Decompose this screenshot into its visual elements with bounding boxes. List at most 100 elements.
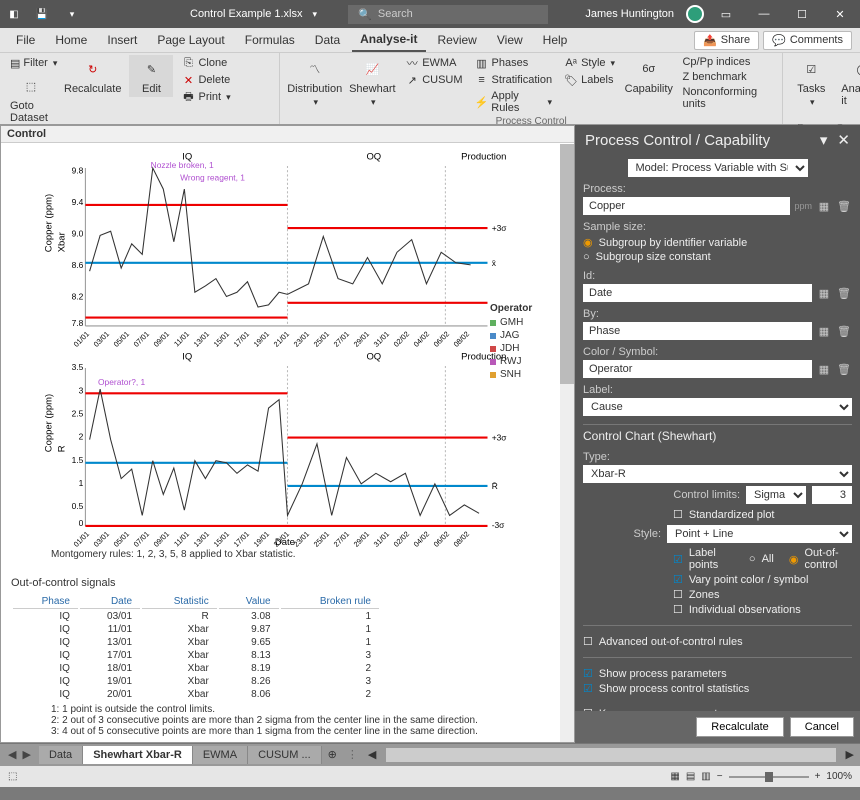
tab-prev-icon[interactable]: ◀ — [8, 748, 16, 761]
by-clear-icon[interactable]: 🗑 — [836, 323, 852, 339]
cl-sigma-select[interactable]: Sigma — [746, 486, 806, 504]
sheet-tab[interactable]: EWMA — [193, 746, 248, 764]
sheet-tab[interactable]: CUSUM ... — [248, 746, 322, 764]
svg-text:17/01: 17/01 — [232, 329, 251, 347]
view-layout-icon[interactable]: ▤ — [686, 771, 695, 782]
zoom-slider[interactable] — [729, 776, 809, 778]
tasks-button[interactable]: ☑Tasks▾ — [789, 55, 833, 110]
close-icon[interactable]: ✕ — [824, 2, 856, 26]
vary-check[interactable]: ☑Vary point color / symbol — [673, 572, 852, 587]
style-button[interactable]: AᵃStyle▾ — [560, 55, 619, 71]
id-pick-icon[interactable]: ▦ — [816, 285, 832, 301]
ewma-button[interactable]: 〰EWMA — [401, 55, 466, 71]
panel-cancel-button[interactable]: Cancel — [790, 717, 854, 737]
cs-clear-icon[interactable]: 🗑 — [836, 361, 852, 377]
menu-view[interactable]: View — [489, 29, 531, 51]
save-icon[interactable]: 💾 — [32, 4, 52, 24]
capability-button[interactable]: 6σCapability — [623, 55, 674, 97]
menu-home[interactable]: Home — [47, 29, 95, 51]
tab-next-icon[interactable]: ▶ — [22, 748, 30, 761]
cl-value-input[interactable] — [812, 486, 852, 504]
model-select[interactable]: Model: Process Variable with Subgroups — [628, 159, 808, 177]
ribbon-mode-icon[interactable]: ▭ — [710, 2, 742, 26]
qat-dropdown-icon[interactable]: ▾ — [62, 4, 82, 24]
cusum-button[interactable]: ↗CUSUM — [401, 72, 466, 88]
avatar[interactable] — [686, 5, 704, 23]
std-check[interactable]: ☐Standardized plot — [673, 507, 852, 522]
print-button[interactable]: 🖶Print▾ — [177, 89, 234, 105]
menu-insert[interactable]: Insert — [99, 29, 145, 51]
zoom-in-icon[interactable]: + — [815, 771, 821, 782]
autosave-icon[interactable]: ◧ — [4, 4, 24, 24]
cs-pick-icon[interactable]: ▦ — [816, 361, 832, 377]
analyseit-button[interactable]: ◯Analyse-it▾ — [837, 55, 860, 122]
cppp-button[interactable]: Cp/Pp indices — [678, 55, 776, 69]
panel-close-icon[interactable]: ✕ — [837, 132, 850, 149]
status-left-icon[interactable]: ⬚ — [8, 771, 17, 782]
type-select[interactable]: Xbar-R — [583, 465, 852, 483]
spp-check[interactable]: ☑Show process parameters — [583, 666, 852, 681]
phases-button[interactable]: ▥Phases — [471, 55, 557, 71]
clone-button[interactable]: ⎘Clone — [177, 55, 234, 71]
comments-button[interactable]: 💬 Comments — [763, 31, 852, 50]
maximize-icon[interactable]: ☐ — [786, 2, 818, 26]
minimize-icon[interactable]: — — [748, 2, 780, 26]
lp-check[interactable]: ☑Label points ○All ◉Out-of-control — [673, 546, 852, 572]
menu-help[interactable]: Help — [535, 29, 576, 51]
labels-button[interactable]: 🏷Labels — [560, 72, 619, 88]
menu-analyse-it[interactable]: Analyse-it — [352, 28, 425, 52]
shewhart-button[interactable]: 📈Shewhart▾ — [347, 55, 397, 110]
lp-ooc-radio[interactable]: ◉ — [789, 553, 799, 566]
menu-data[interactable]: Data — [307, 29, 348, 51]
menu-review[interactable]: Review — [430, 29, 485, 51]
zbench-button[interactable]: Z benchmark — [678, 70, 776, 84]
zoom-value[interactable]: 100% — [826, 771, 852, 782]
cs-input[interactable] — [583, 360, 812, 378]
by-pick-icon[interactable]: ▦ — [816, 323, 832, 339]
id-input[interactable] — [583, 284, 812, 302]
spcs-check[interactable]: ☑Show process control statistics — [583, 681, 852, 696]
nonconforming-button[interactable]: Nonconforming units — [678, 85, 776, 111]
titlebar: ◧ 💾 ▾ Control Example 1.xlsx ▾ 🔍Search J… — [0, 0, 860, 28]
view-break-icon[interactable]: ▥ — [701, 771, 710, 782]
tab-scroll-right-icon[interactable]: ▶ — [840, 748, 860, 761]
label-select[interactable]: Cause — [583, 398, 852, 416]
process-pick-icon[interactable]: ▦ — [816, 198, 832, 214]
indiv-check[interactable]: ☐Individual observations — [673, 602, 852, 617]
ss-radio-const[interactable]: ○Subgroup size constant — [583, 250, 852, 264]
svg-text:06/02: 06/02 — [432, 529, 451, 547]
legend-item: GMH — [490, 316, 560, 329]
menu-formulas[interactable]: Formulas — [237, 29, 303, 51]
distribution-button[interactable]: 〽Distribution▾ — [286, 55, 343, 110]
rules-button[interactable]: ⚡Apply Rules▾ — [471, 89, 557, 115]
ss-radio-id[interactable]: ◉Subgroup by identifier variable — [583, 235, 852, 250]
by-input[interactable] — [583, 322, 812, 340]
strat-button[interactable]: ≡Stratification — [471, 72, 557, 88]
sheet-tab[interactable]: Shewhart Xbar-R — [83, 746, 193, 764]
panel-recalc-button[interactable]: Recalculate — [696, 717, 783, 737]
id-clear-icon[interactable]: 🗑 — [836, 285, 852, 301]
filter-button[interactable]: ▤Filter▾ — [6, 55, 56, 71]
menu-page-layout[interactable]: Page Layout — [149, 29, 232, 51]
share-button[interactable]: 📤 Share — [694, 31, 759, 50]
recalculate-button[interactable]: ↻Recalculate — [60, 55, 125, 97]
process-input[interactable] — [583, 197, 790, 215]
tab-scroll-left-icon[interactable]: ◀ — [362, 748, 382, 761]
panel-dropdown-icon[interactable]: ▾ — [820, 132, 828, 149]
menu-file[interactable]: File — [8, 29, 43, 51]
add-sheet-icon[interactable]: ⊕ — [322, 748, 343, 761]
zoom-out-icon[interactable]: − — [717, 771, 723, 782]
user-name[interactable]: James Huntington — [579, 8, 680, 20]
delete-button[interactable]: ✕Delete — [177, 72, 234, 88]
lp-all-radio[interactable]: ○ — [749, 553, 756, 565]
goto-dataset-button[interactable]: ⬚Goto Dataset — [6, 72, 56, 126]
edit-button[interactable]: ✎Edit — [129, 55, 173, 97]
zones-check[interactable]: ☐Zones — [673, 587, 852, 602]
sheet-tab[interactable]: Data — [39, 746, 83, 764]
view-normal-icon[interactable]: ▦ — [670, 771, 679, 782]
style-select[interactable]: Point + Line — [667, 525, 852, 543]
adv-check[interactable]: ☐Advanced out-of-control rules — [583, 634, 852, 649]
vertical-scrollbar[interactable] — [560, 144, 574, 742]
search-box[interactable]: 🔍Search — [348, 5, 548, 24]
process-clear-icon[interactable]: 🗑 — [836, 198, 852, 214]
